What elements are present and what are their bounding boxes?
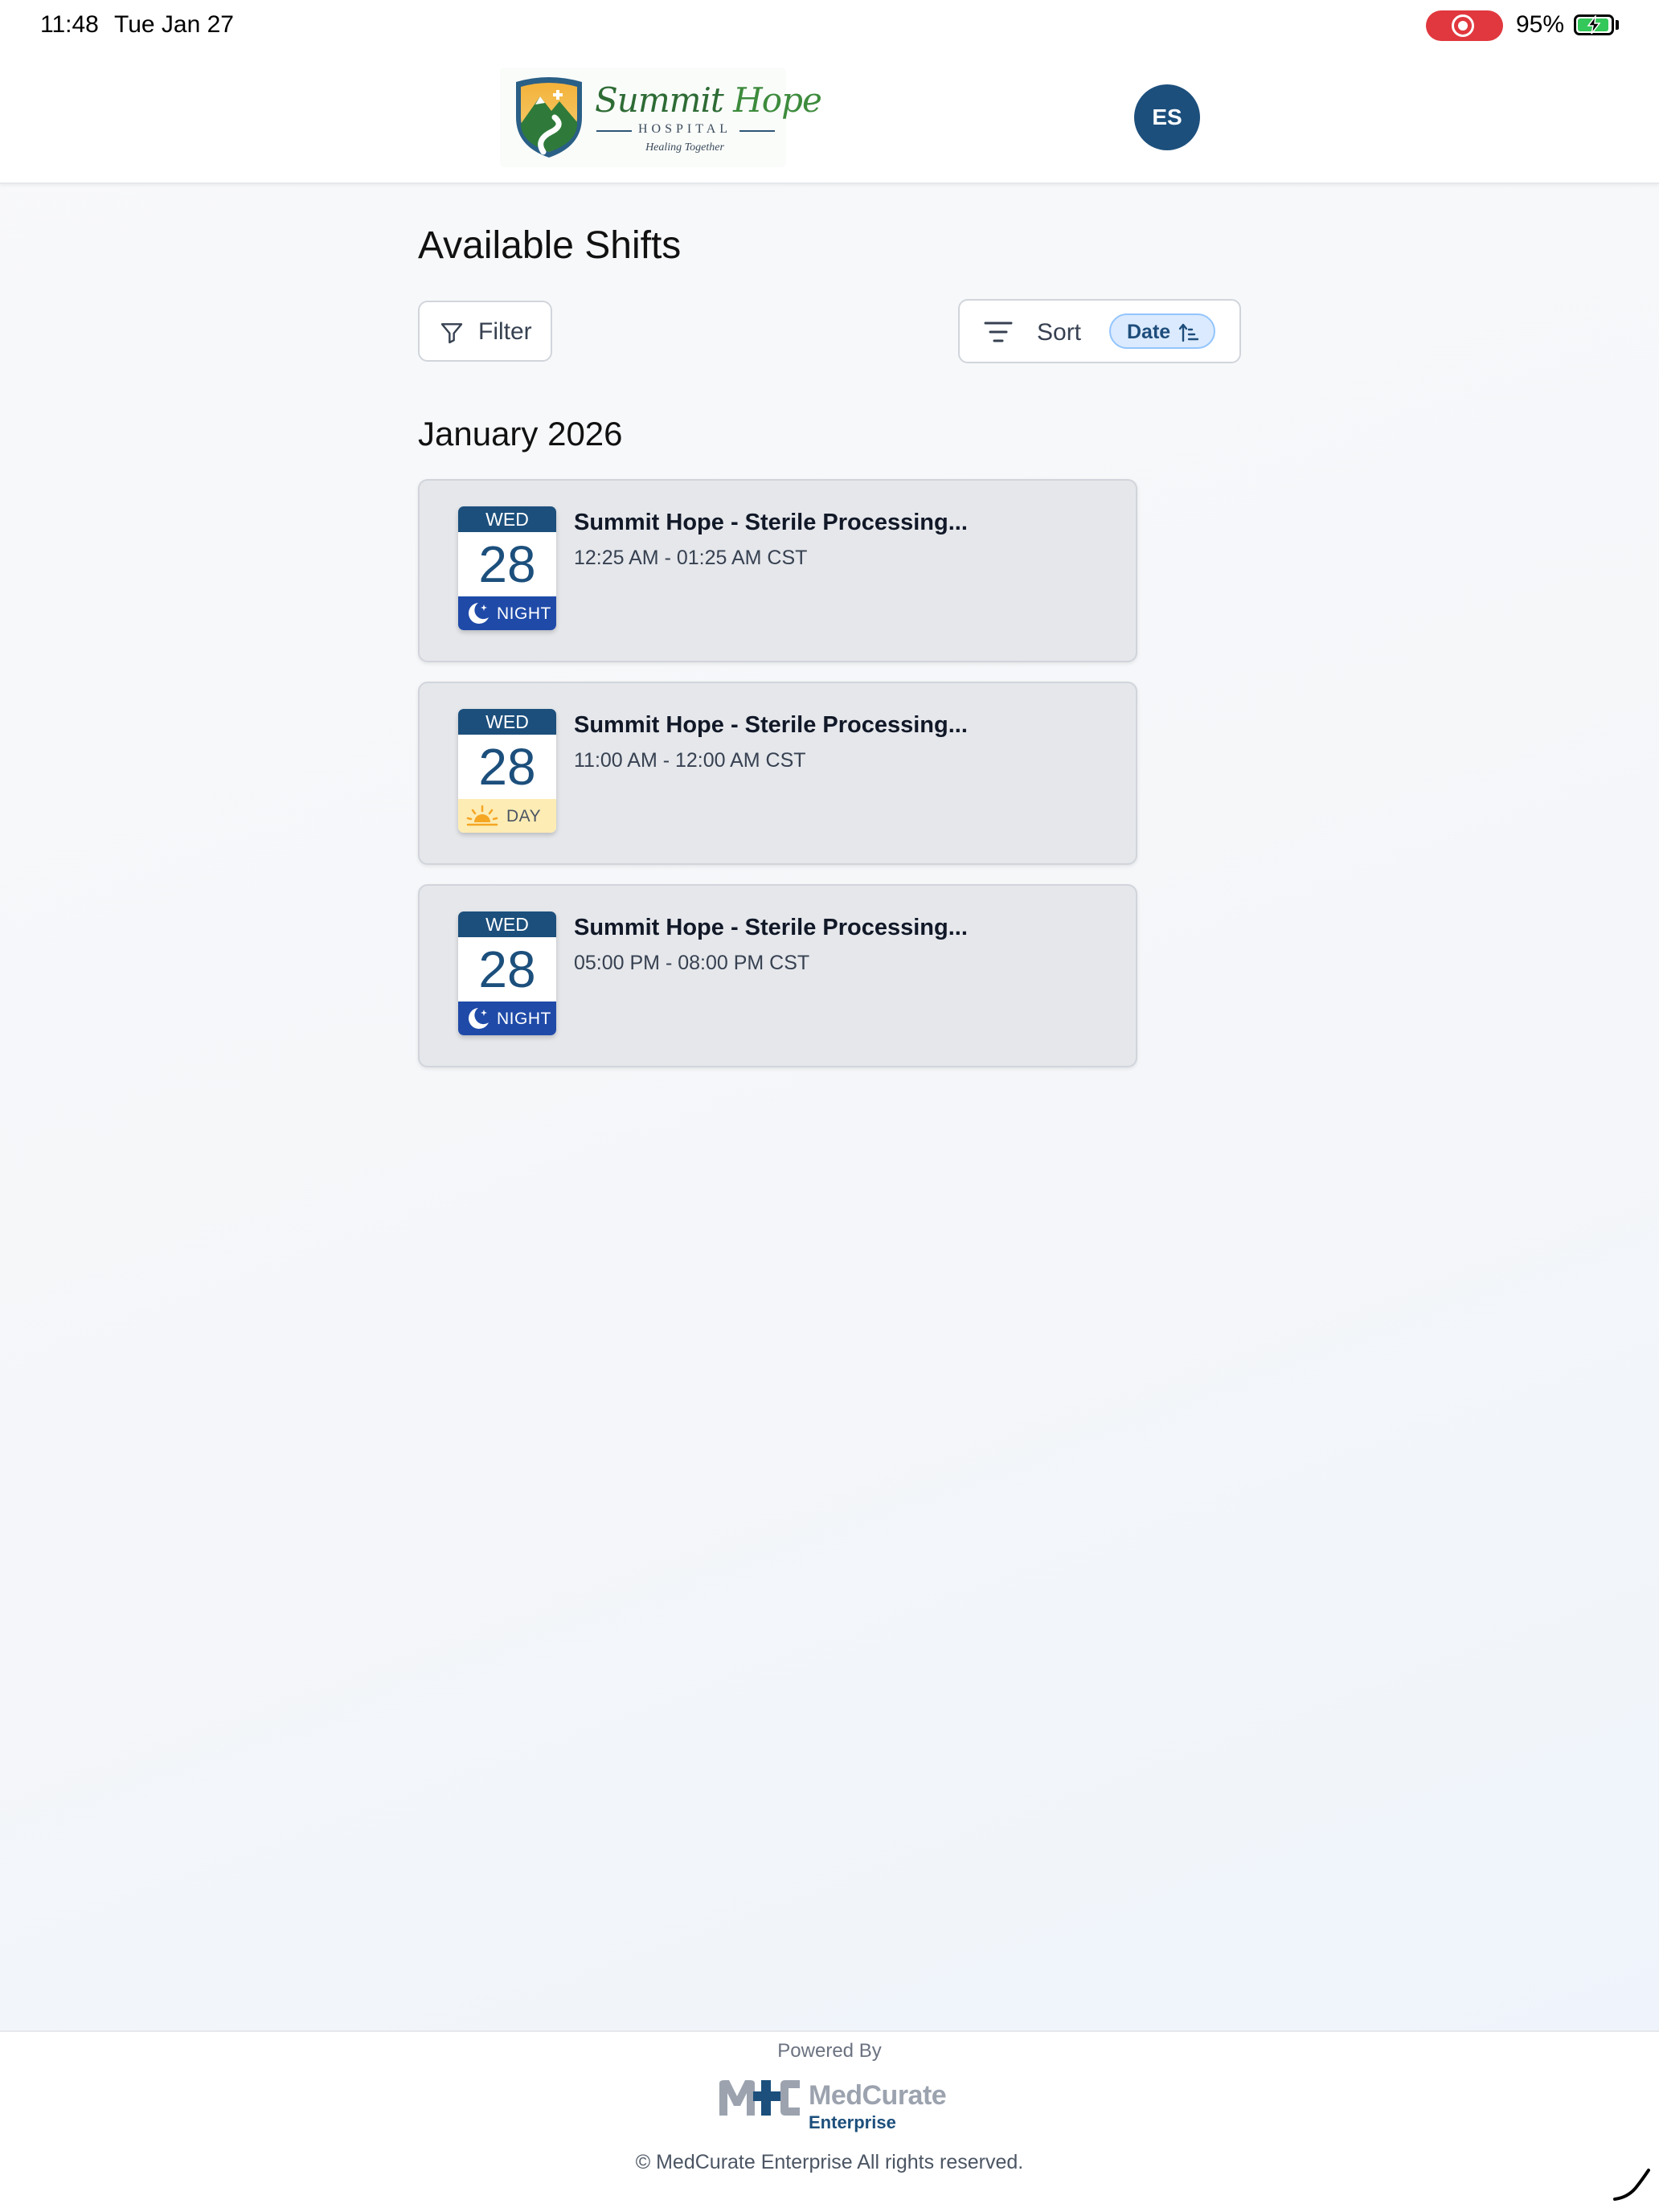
sort-value: Date: [1127, 321, 1171, 343]
logo-title: Summit Hope: [595, 80, 822, 120]
shift-card[interactable]: WED 28 DAY Summit Hope - Sterile Process…: [418, 682, 1137, 865]
copyright-text: © MedCurate Enterprise All rights reserv…: [635, 2151, 1024, 2173]
shift-time: 11:00 AM - 12:00 AM CST: [574, 749, 806, 772]
shift-time: 12:25 AM - 01:25 AM CST: [574, 547, 808, 569]
sort-lines-icon: [984, 322, 1013, 342]
battery-nub: [1616, 20, 1619, 30]
logo-subtitle: HOSPITAL: [637, 122, 732, 136]
period-badge: NIGHT: [458, 596, 556, 630]
user-avatar[interactable]: ES: [1134, 84, 1200, 150]
status-time: 11:48: [40, 11, 99, 38]
date-day: 28: [478, 535, 536, 593]
status-bar: 11:48 Tue Jan 27 95%: [0, 0, 1659, 51]
powered-by-label: Powered By: [777, 2040, 882, 2062]
date-weekday: WED: [458, 911, 556, 937]
date-badge: WED 28 NIGHT: [458, 506, 556, 630]
mountain-shield-icon: [516, 77, 582, 158]
sort-label: Sort: [1037, 319, 1082, 346]
logo-tagline: Healing Together: [645, 141, 724, 154]
period-badge: DAY: [458, 799, 556, 833]
shift-title: Summit Hope - Sterile Processing...: [574, 915, 968, 940]
footer: Powered By MedCurate Enterprise © MedCur…: [0, 2030, 1659, 2212]
hospital-logo[interactable]: Summit Hope HOSPITAL Healing Together: [500, 68, 822, 167]
date-day: 28: [478, 940, 536, 998]
scribble-icon: [1613, 2169, 1650, 2201]
moon-stars-icon: [469, 603, 489, 624]
shift-card[interactable]: WED 28 NIGHT Summit Hope - Sterile Proce…: [418, 479, 1137, 662]
period-label: NIGHT: [497, 1010, 551, 1028]
medcurate-name: MedCurate: [809, 2080, 947, 2111]
battery-icon: [1574, 14, 1614, 35]
page-title: Available Shifts: [418, 224, 682, 267]
sort-button[interactable]: Sort Date: [958, 299, 1241, 363]
app-header: Summit Hope HOSPITAL Healing Together ES: [0, 51, 1659, 184]
date-day: 28: [478, 738, 536, 796]
shift-title: Summit Hope - Sterile Processing...: [574, 510, 968, 535]
sort-value-chip[interactable]: Date: [1109, 313, 1215, 349]
period-badge: NIGHT: [458, 1002, 556, 1035]
month-heading: January 2026: [418, 415, 623, 453]
date-badge: WED 28 DAY: [458, 709, 556, 833]
screen-recording-icon[interactable]: [1426, 10, 1503, 41]
moon-stars-icon: [469, 1008, 489, 1029]
medcurate-enterprise: Enterprise: [809, 2112, 896, 2132]
shift-title: Summit Hope - Sterile Processing...: [574, 712, 968, 738]
medcurate-mark-icon: [719, 2080, 800, 2116]
battery-percent: 95%: [1516, 11, 1565, 38]
period-label: NIGHT: [497, 604, 551, 623]
date-badge: WED 28 NIGHT: [458, 911, 556, 1035]
period-label: DAY: [506, 807, 542, 825]
shift-time: 05:00 PM - 08:00 PM CST: [574, 952, 810, 974]
filter-label: Filter: [478, 318, 532, 345]
date-weekday: WED: [458, 709, 556, 735]
date-weekday: WED: [458, 506, 556, 532]
charging-bolt-icon: [1587, 15, 1601, 35]
status-date: Tue Jan 27: [114, 11, 234, 38]
medcurate-logo[interactable]: MedCurate Enterprise: [718, 2074, 947, 2135]
filter-funnel-icon: [440, 323, 463, 344]
sort-ascending-icon: [1178, 323, 1199, 342]
filter-button[interactable]: Filter: [418, 301, 552, 362]
sunrise-icon: [466, 805, 498, 826]
shift-card[interactable]: WED 28 NIGHT Summit Hope - Sterile Proce…: [418, 884, 1137, 1067]
